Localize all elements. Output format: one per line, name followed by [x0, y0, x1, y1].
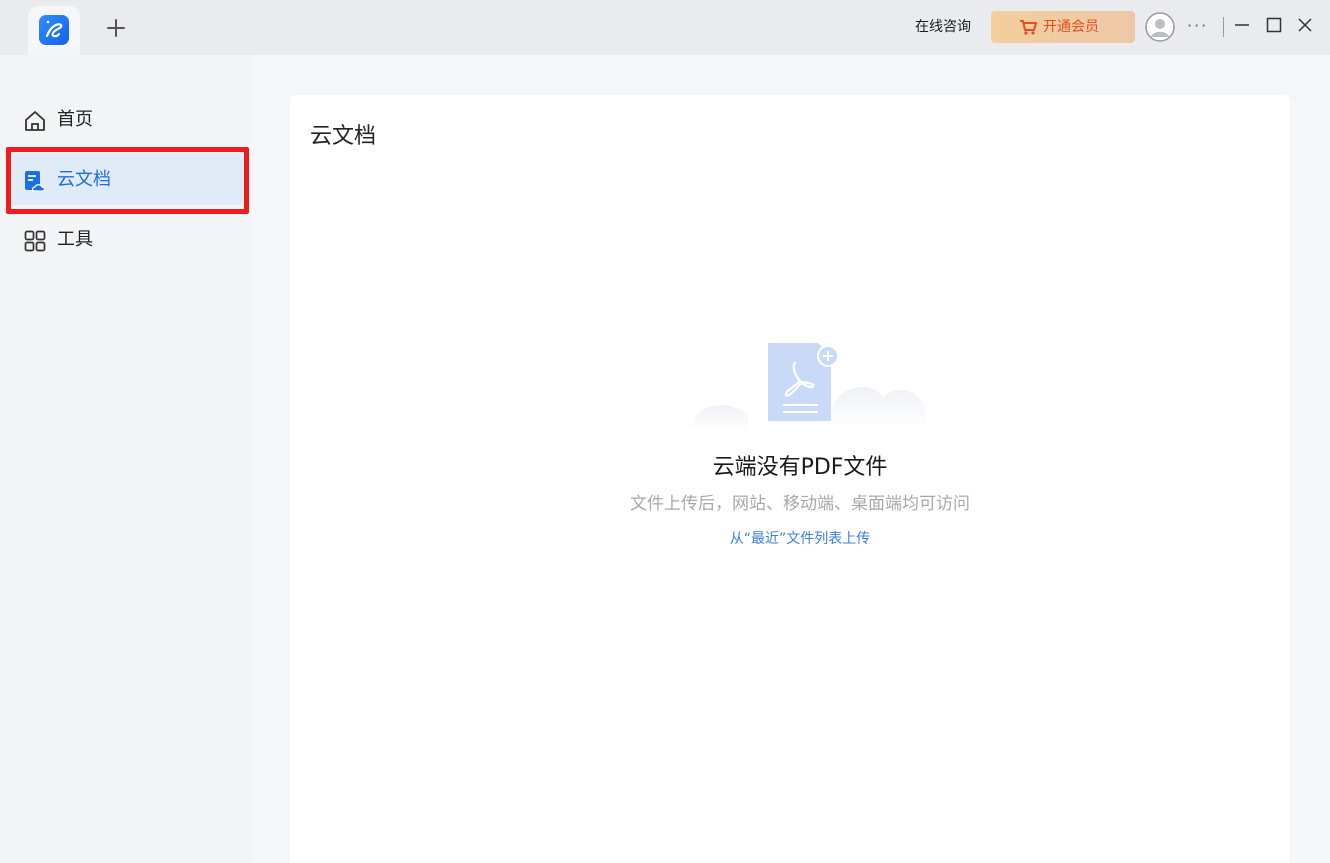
main-content: 云文档 云端没有PDF文件 文件上传后，网站、移动端、桌面端均可访问 从“最近”… — [250, 55, 1330, 863]
upload-from-recent-link[interactable]: 从“最近”文件列表上传 — [290, 529, 1310, 549]
app-logo-icon — [39, 15, 69, 45]
vip-button[interactable]: 开通会员 — [991, 11, 1135, 43]
close-icon[interactable] — [1297, 17, 1313, 33]
sidebar-item-label: 工具 — [57, 229, 93, 250]
vip-button-label: 开通会员 — [1043, 19, 1099, 35]
empty-state-description: 文件上传后，网站、移动端、桌面端均可访问 — [630, 494, 970, 514]
home-icon — [24, 110, 46, 132]
online-consult-link[interactable]: 在线咨询 — [915, 17, 971, 37]
minimize-icon[interactable] — [1234, 17, 1250, 33]
sidebar-item-tools[interactable]: 工具 — [0, 215, 250, 265]
maximize-icon[interactable] — [1266, 17, 1282, 33]
empty-pdf-illustration — [688, 343, 928, 443]
title-bar: 在线咨询 开通会员 ··· — [0, 0, 1330, 55]
highlight-annotation — [6, 147, 249, 214]
new-tab-icon[interactable] — [104, 16, 128, 40]
grid-tools-icon — [24, 230, 46, 252]
user-avatar-icon[interactable] — [1145, 12, 1175, 42]
more-menu-icon[interactable]: ··· — [1187, 17, 1208, 35]
sidebar-item-home[interactable]: 首页 — [0, 95, 250, 145]
page-title: 云文档 — [310, 124, 377, 149]
sidebar: 首页 云文档 工具 — [0, 55, 250, 863]
sidebar-item-label: 首页 — [57, 109, 93, 130]
app-tab[interactable] — [28, 6, 80, 55]
empty-state-title: 云端没有PDF文件 — [712, 455, 888, 480]
cloud-docs-panel: 云文档 云端没有PDF文件 文件上传后，网站、移动端、桌面端均可访问 从“最近”… — [290, 95, 1290, 863]
cart-icon — [1019, 19, 1037, 39]
divider — [1223, 17, 1224, 37]
